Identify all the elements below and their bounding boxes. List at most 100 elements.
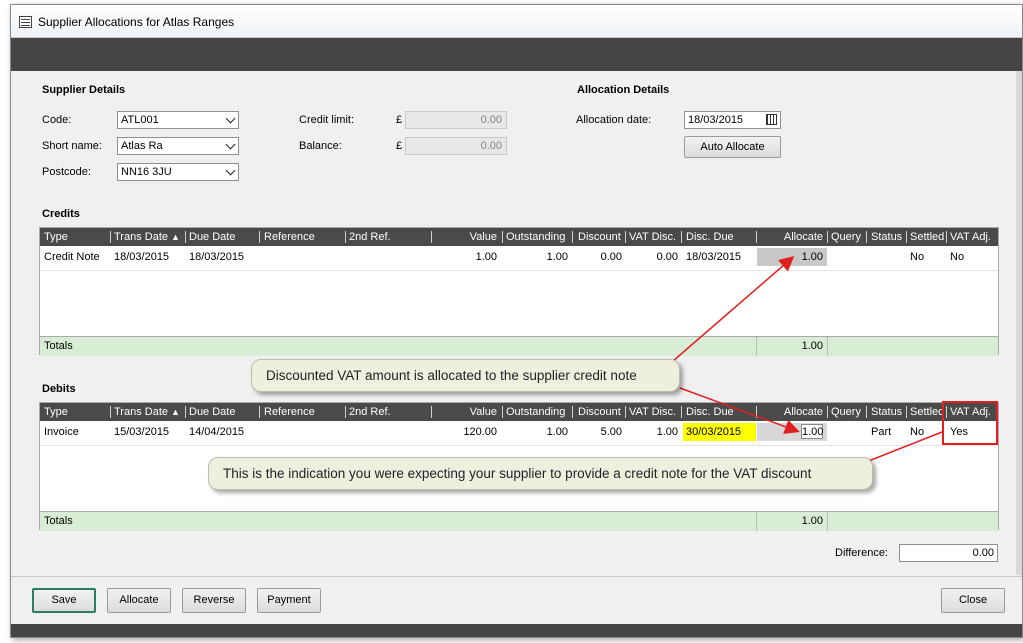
vertical-scrollbar[interactable] [1016,71,1022,575]
row-allocate-cell[interactable]: 1.00 [757,423,827,441]
col-settled[interactable]: Settled [910,228,944,246]
vat-adj-highlight-box [942,401,998,445]
status-strip [11,624,1022,637]
callout-vat-allocated: Discounted VAT amount is allocated to th… [251,359,680,392]
credits-heading: Credits [42,208,80,220]
calendar-icon[interactable] [766,114,777,125]
window-title: Supplier Allocations for Atlas Ranges [38,15,235,29]
payment-button[interactable]: Payment [257,588,321,613]
debits-totals-value: 1.00 [801,515,823,527]
title-bar: Supplier Allocations for Atlas Ranges [11,5,1022,38]
postcode-value: NN16 3JU [121,166,172,178]
totals-label: Totals [44,340,73,352]
col-type[interactable]: Type [44,228,68,246]
balance-field: 0.00 [405,137,507,155]
save-button[interactable]: Save [32,588,96,613]
col-disc-due[interactable]: Disc. Due [686,403,734,421]
col-allocate[interactable]: Allocate [760,228,823,246]
col-query[interactable]: Query [831,403,861,421]
postcode-select[interactable]: NN16 3JU [117,163,239,181]
col-query[interactable]: Query [831,228,861,246]
col-reference[interactable]: Reference [264,228,315,246]
row-type: Credit Note [44,251,100,263]
col-due-date[interactable]: Due Date [189,403,235,421]
col-vat-disc[interactable]: VAT Disc. [629,403,676,421]
col-type[interactable]: Type [44,403,68,421]
chevron-down-icon [225,139,236,150]
reverse-button[interactable]: Reverse [182,588,246,613]
credit-limit-field: 0.00 [405,111,507,129]
footer-divider [11,576,1022,577]
row-allocate-input[interactable]: 1.00 [801,424,823,439]
col-status[interactable]: Status [871,403,902,421]
row-discount: 0.00 [600,251,622,263]
col-2nd-ref[interactable]: 2nd Ref. [349,403,391,421]
allocations-window: Supplier Allocations for Atlas Ranges Su… [10,4,1023,638]
debits-totals-row: Totals 1.00 [40,511,998,531]
row-vat-disc: 0.00 [656,251,678,263]
col-reference[interactable]: Reference [264,403,315,421]
sort-ascending-icon: ▲ [171,232,180,242]
table-row[interactable]: Credit Note 18/03/2015 18/03/2015 1.00 1… [40,246,998,268]
credits-totals-value: 1.00 [801,340,823,352]
chevron-down-icon [225,165,236,176]
close-button[interactable]: Close [941,588,1005,613]
col-discount[interactable]: Discount [578,228,621,246]
allocate-button[interactable]: Allocate [107,588,171,613]
row-due-date: 14/04/2015 [189,426,245,438]
col-settled[interactable]: Settled [910,403,944,421]
row-trans-date: 15/03/2015 [114,426,170,438]
supplier-details-heading: Supplier Details [42,84,126,96]
allocation-date-input[interactable]: 18/03/2015 [684,111,781,129]
table-row[interactable]: Invoice 15/03/2015 14/04/2015 120.00 1.0… [40,421,998,443]
credits-totals-row: Totals 1.00 [40,336,998,356]
code-value: ATL001 [121,114,159,126]
window-table-icon [19,16,32,28]
toolbar-strip [11,38,1022,71]
row-disc-due: 18/03/2015 [686,251,742,263]
difference-label: Difference: [835,547,888,559]
col-disc-due[interactable]: Disc. Due [686,228,734,246]
row-due-date: 18/03/2015 [189,251,245,263]
col-outstanding[interactable]: Outstanding [506,403,565,421]
col-2nd-ref[interactable]: 2nd Ref. [349,228,391,246]
postcode-label: Postcode: [42,166,91,178]
col-trans-date[interactable]: Trans Date [114,403,168,421]
row-type: Invoice [44,426,79,438]
short-name-label: Short name: [42,140,102,152]
col-value[interactable]: Value [435,228,497,246]
col-value[interactable]: Value [435,403,497,421]
row-outstanding: 1.00 [546,426,568,438]
row-vat-adj: No [950,251,965,263]
credits-grid: Type Trans Date ▲ Due Date Reference 2nd… [39,227,999,356]
debits-heading: Debits [42,383,76,395]
code-select[interactable]: ATL001 [117,111,239,129]
col-trans-date[interactable]: Trans Date [114,228,168,246]
totals-label: Totals [44,515,73,527]
col-allocate[interactable]: Allocate [760,403,823,421]
col-status[interactable]: Status [871,228,902,246]
row-settled: No [910,251,925,263]
auto-allocate-button[interactable]: Auto Allocate [684,136,781,158]
allocation-date-value: 18/03/2015 [688,114,744,126]
balance-currency: £ [396,140,403,152]
row-vat-disc: 1.00 [656,426,678,438]
row-value: 120.00 [463,426,497,438]
difference-field: 0.00 [899,544,998,562]
debits-header: Type Trans Date ▲ Due Date Reference 2nd… [40,403,998,421]
balance-label: Balance: [299,140,342,152]
short-name-select[interactable]: Atlas Ra [117,137,239,155]
col-vat-disc[interactable]: VAT Disc. [629,228,676,246]
col-outstanding[interactable]: Outstanding [506,228,565,246]
col-vat-adj[interactable]: VAT Adj. [950,228,991,246]
row-settled: No [910,426,925,438]
credit-currency: £ [396,114,403,126]
allocation-date-label: Allocation date: [576,114,652,126]
allocation-details-heading: Allocation Details [577,84,670,96]
col-due-date[interactable]: Due Date [189,228,235,246]
credits-header: Type Trans Date ▲ Due Date Reference 2nd… [40,228,998,246]
callout-vat-indication: This is the indication you were expectin… [208,457,873,490]
row-value: 1.00 [475,251,497,263]
row-allocate-input[interactable]: 1.00 [757,248,827,266]
col-discount[interactable]: Discount [578,403,621,421]
